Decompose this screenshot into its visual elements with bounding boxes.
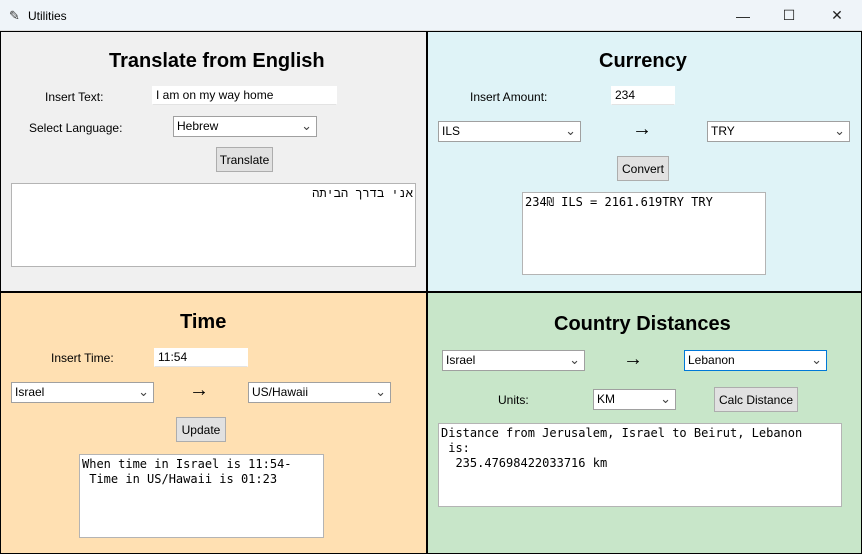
to-timezone-value: US/Hawaii (252, 385, 309, 399)
chevron-down-icon: ⌄ (811, 352, 822, 367)
chevron-down-icon: ⌄ (138, 384, 149, 399)
from-timezone-value: Israel (15, 385, 45, 399)
time-output[interactable]: When time in Israel is 11:54- Time in US… (79, 454, 324, 538)
arrow-icon: → (632, 118, 652, 140)
to-currency-select[interactable]: TRY ⌄ (707, 121, 850, 142)
to-country-value: Lebanon (688, 353, 735, 367)
minimize-button[interactable]: — (720, 0, 766, 31)
chevron-down-icon: ⌄ (565, 123, 576, 138)
translate-output[interactable]: אני בדרך הביתה (11, 183, 416, 267)
insert-time-label: Insert Time: (51, 351, 114, 365)
maximize-button[interactable]: ☐ (766, 0, 812, 31)
select-language-label: Select Language: (29, 121, 123, 135)
from-country-value: Israel (446, 353, 476, 367)
time-heading: Time (180, 311, 227, 333)
currency-heading: Currency (599, 50, 687, 72)
from-timezone-select[interactable]: Israel ⌄ (11, 382, 154, 403)
units-select[interactable]: KM ⌄ (593, 389, 676, 410)
insert-text-label: Insert Text: (45, 90, 104, 104)
time-input[interactable]: 11:54 (154, 348, 248, 367)
to-currency-value: TRY (711, 124, 735, 138)
translate-panel: Translate from English Insert Text: I am… (1, 32, 426, 291)
currency-output[interactable]: 234₪ ILS = 2161.619TRY TRY (522, 192, 766, 275)
calc-distance-button[interactable]: Calc Distance (714, 387, 798, 412)
translate-button[interactable]: Translate (216, 147, 273, 172)
arrow-icon: → (623, 348, 643, 370)
to-timezone-select[interactable]: US/Hawaii ⌄ (248, 382, 391, 403)
window-title: Utilities (28, 9, 67, 23)
units-label: Units: (498, 393, 529, 407)
units-value: KM (597, 392, 615, 406)
from-country-select[interactable]: Israel ⌄ (442, 350, 585, 371)
close-button[interactable]: ✕ (814, 0, 860, 31)
time-panel: Time Insert Time: 11:54 Israel ⌄ → US/Ha… (1, 293, 426, 553)
arrow-icon: → (189, 379, 209, 401)
distance-output[interactable]: Distance from Jerusalem, Israel to Beiru… (438, 423, 842, 507)
from-currency-value: ILS (442, 124, 461, 138)
title-bar: ✎ Utilities — ☐ ✕ (0, 0, 862, 31)
chevron-down-icon: ⌄ (834, 123, 845, 138)
feather-icon: ✎ (9, 8, 20, 23)
language-select[interactable]: Hebrew ⌄ (173, 116, 317, 137)
chevron-down-icon: ⌄ (301, 118, 312, 133)
distance-heading: Country Distances (554, 313, 731, 335)
convert-button[interactable]: Convert (617, 156, 669, 181)
chevron-down-icon: ⌄ (660, 391, 671, 406)
currency-panel: Currency Insert Amount: 234 ILS ⌄ → TRY … (428, 32, 861, 291)
insert-amount-label: Insert Amount: (470, 90, 548, 104)
distance-panel: Country Distances Israel ⌄ → Lebanon ⌄ U… (428, 293, 861, 553)
language-select-value: Hebrew (177, 119, 219, 133)
update-button[interactable]: Update (176, 417, 226, 442)
from-currency-select[interactable]: ILS ⌄ (438, 121, 581, 142)
translate-text-input[interactable]: I am on my way home (152, 86, 337, 105)
translate-heading: Translate from English (109, 50, 325, 72)
chevron-down-icon: ⌄ (569, 352, 580, 367)
to-country-select[interactable]: Lebanon ⌄ (684, 350, 827, 371)
chevron-down-icon: ⌄ (375, 384, 386, 399)
amount-input[interactable]: 234 (611, 86, 675, 105)
